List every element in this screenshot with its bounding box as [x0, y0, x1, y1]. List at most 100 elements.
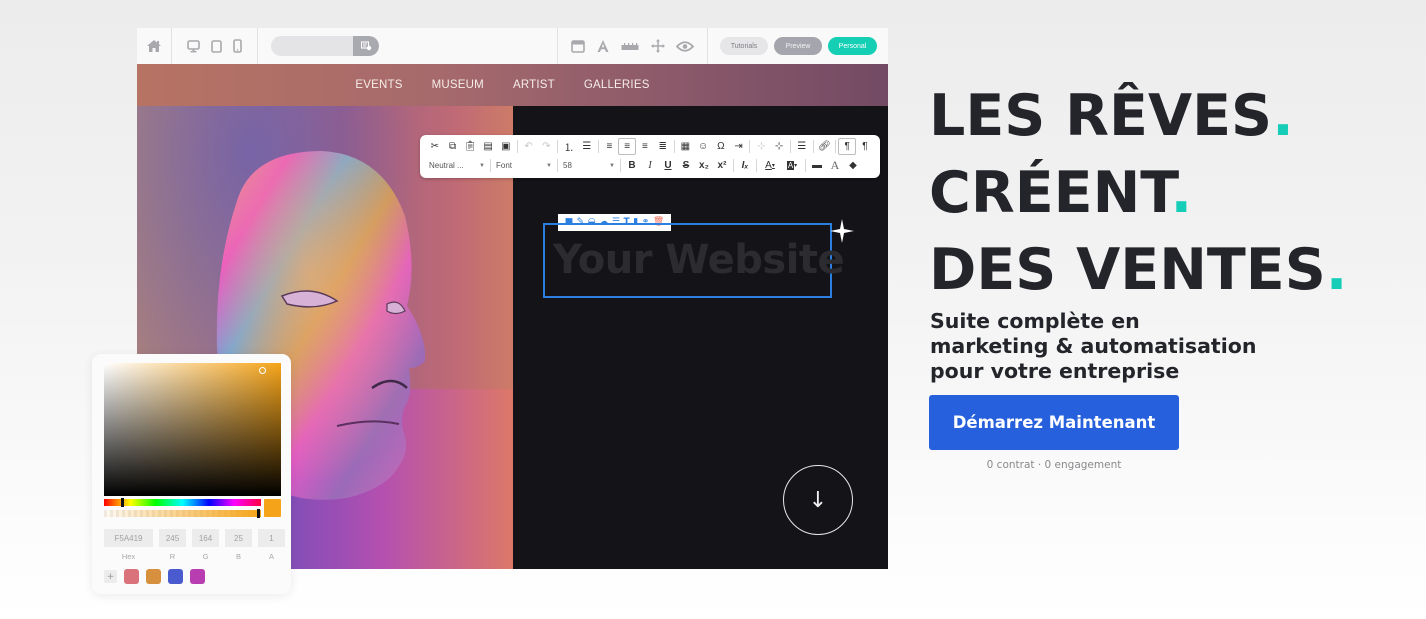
preset-swatch[interactable]: [168, 569, 183, 584]
website-title-text[interactable]: Your Website: [553, 237, 845, 283]
color-picker: F5A419 Hex 245 R 164 G 25 B 1 A +: [92, 354, 291, 594]
alpha-label: A: [268, 552, 274, 561]
mobile-icon[interactable]: [233, 39, 242, 53]
hue-handle[interactable]: [121, 498, 124, 507]
saturation-value-area[interactable]: [104, 363, 281, 496]
preview-button[interactable]: Preview: [774, 37, 822, 55]
sparkle-icon: [830, 219, 854, 243]
page-break-icon[interactable]: ☰: [793, 138, 811, 155]
rtl-direction-icon[interactable]: ¶: [856, 138, 874, 155]
preset-swatch[interactable]: [124, 569, 139, 584]
preset-swatch[interactable]: [190, 569, 205, 584]
hue-slider[interactable]: [104, 498, 261, 507]
cut-icon[interactable]: ✂: [426, 138, 444, 155]
color-handle[interactable]: [259, 367, 266, 374]
preset-swatch[interactable]: [146, 569, 161, 584]
personal-button[interactable]: Personal: [828, 37, 877, 55]
tutorials-button[interactable]: Tutorials: [720, 37, 768, 55]
template-settings-icon[interactable]: [353, 36, 379, 56]
add-preset-button[interactable]: +: [104, 570, 117, 583]
alpha-handle[interactable]: [257, 509, 260, 518]
source-icon[interactable]: ▬: [808, 157, 826, 174]
link-icon[interactable]: 🔗︎: [816, 138, 834, 155]
nav-item-events[interactable]: EVENTS: [355, 79, 402, 91]
headline-line: CRÉENT.: [929, 160, 1193, 226]
superscript-button[interactable]: x²: [713, 157, 731, 174]
hex-label: Hex: [121, 552, 136, 561]
copy-icon[interactable]: ⧉: [444, 138, 462, 155]
justify-icon[interactable]: ≣: [654, 138, 672, 155]
alpha-slider[interactable]: [104, 509, 261, 518]
remove-format-button[interactable]: Iₓ: [736, 157, 754, 174]
insert-line-icon[interactable]: ⊹: [770, 138, 788, 155]
subscript-button[interactable]: x₂: [695, 157, 713, 174]
move-icon[interactable]: [650, 39, 665, 53]
style-select[interactable]: Neutral ... ▼: [426, 157, 488, 174]
typography-icon[interactable]: [596, 39, 610, 53]
paste-icon[interactable]: 📋︎: [461, 138, 479, 155]
red-input[interactable]: 245: [159, 529, 186, 547]
nav-item-museum[interactable]: MUSEUM: [432, 79, 484, 91]
underline-button[interactable]: U: [659, 157, 677, 174]
desktop-icon[interactable]: [187, 39, 200, 53]
chevron-down-icon: ▾: [794, 163, 798, 169]
rich-text-toolbar: ✂ ⧉ 📋︎ ▤ ▣ ↶ ↷ ⒈ ☰ ≡ ≡ ≡ ≣ ▦ ☺ Ω ⇥ ⊹ ⊹ ☰: [420, 135, 880, 178]
background-color-button[interactable]: A ▾: [781, 157, 803, 174]
home-icon[interactable]: [146, 39, 162, 53]
headline-line: DES VENTES.: [929, 237, 1348, 303]
indent-icon[interactable]: ⇥: [730, 138, 748, 155]
bulleted-list-icon[interactable]: ☰: [578, 138, 596, 155]
font-size-select[interactable]: 58 ▼: [560, 157, 618, 174]
start-now-button[interactable]: Démarrez Maintenant: [929, 395, 1179, 450]
blue-input[interactable]: 25: [225, 529, 252, 547]
ltr-direction-icon[interactable]: ¶: [838, 138, 857, 155]
chevron-down-icon: ▼: [546, 162, 552, 169]
hero-subheadline: Suite complète en marketing & automatisa…: [930, 309, 1257, 383]
cta-note: 0 contrat · 0 engagement: [986, 459, 1122, 471]
strikethrough-button[interactable]: S: [677, 157, 695, 174]
bold-button[interactable]: B: [623, 157, 641, 174]
chevron-down-icon: ▼: [609, 162, 615, 169]
table-icon[interactable]: ▦: [677, 138, 695, 155]
template-search-input[interactable]: [271, 36, 379, 56]
preset-colors: +: [104, 569, 205, 584]
ruler-icon[interactable]: [621, 42, 639, 51]
horizontal-line-icon[interactable]: ⊹: [752, 138, 770, 155]
nav-item-artist[interactable]: ARTIST: [513, 79, 555, 91]
paste-text-icon[interactable]: ▤: [479, 138, 497, 155]
scroll-down-button[interactable]: ↓: [783, 465, 853, 535]
nav-item-galleries[interactable]: GALLERIES: [584, 79, 650, 91]
arrow-down-icon: ↓: [808, 487, 828, 513]
tablet-icon[interactable]: [211, 39, 222, 53]
red-label: R: [169, 552, 176, 561]
align-center-icon[interactable]: ≡: [618, 138, 637, 155]
site-navigation: EVENTS MUSEUM ARTIST GALLERIES: [137, 64, 888, 106]
special-character-icon[interactable]: Ω: [712, 138, 730, 155]
align-right-icon[interactable]: ≡: [636, 138, 654, 155]
current-color-swatch: [264, 499, 281, 517]
font-style-icon[interactable]: A: [826, 157, 844, 174]
headline-line: LES RÊVES.: [929, 83, 1294, 149]
redo-icon[interactable]: ↷: [537, 138, 555, 155]
paste-word-icon[interactable]: ▣: [497, 138, 515, 155]
align-left-icon[interactable]: ≡: [601, 138, 619, 155]
hero-headline: LES RÊVES. CRÉENT. DES VENTES.: [929, 78, 1347, 309]
italic-button[interactable]: I: [641, 157, 659, 174]
emoji-icon[interactable]: ☺: [694, 138, 712, 155]
accent-dot: .: [1170, 160, 1193, 226]
accent-dot: .: [1272, 83, 1294, 149]
green-input[interactable]: 164: [192, 529, 219, 547]
numbered-list-icon[interactable]: ⒈: [560, 138, 578, 155]
selected-text-element[interactable]: Your Website: [543, 223, 845, 298]
preview-eye-icon[interactable]: [675, 40, 694, 52]
hex-input[interactable]: F5A419: [104, 529, 153, 547]
undo-icon[interactable]: ↶: [520, 138, 538, 155]
layout-icon[interactable]: [571, 39, 585, 53]
text-color-button[interactable]: A ▾: [759, 157, 781, 174]
blue-label: B: [235, 552, 241, 561]
format-painter-icon[interactable]: ◆: [844, 157, 862, 174]
font-select[interactable]: Font ▼: [493, 157, 555, 174]
alpha-input[interactable]: 1: [258, 529, 285, 547]
accent-dot: .: [1325, 237, 1348, 303]
chevron-down-icon: ▼: [479, 162, 485, 169]
